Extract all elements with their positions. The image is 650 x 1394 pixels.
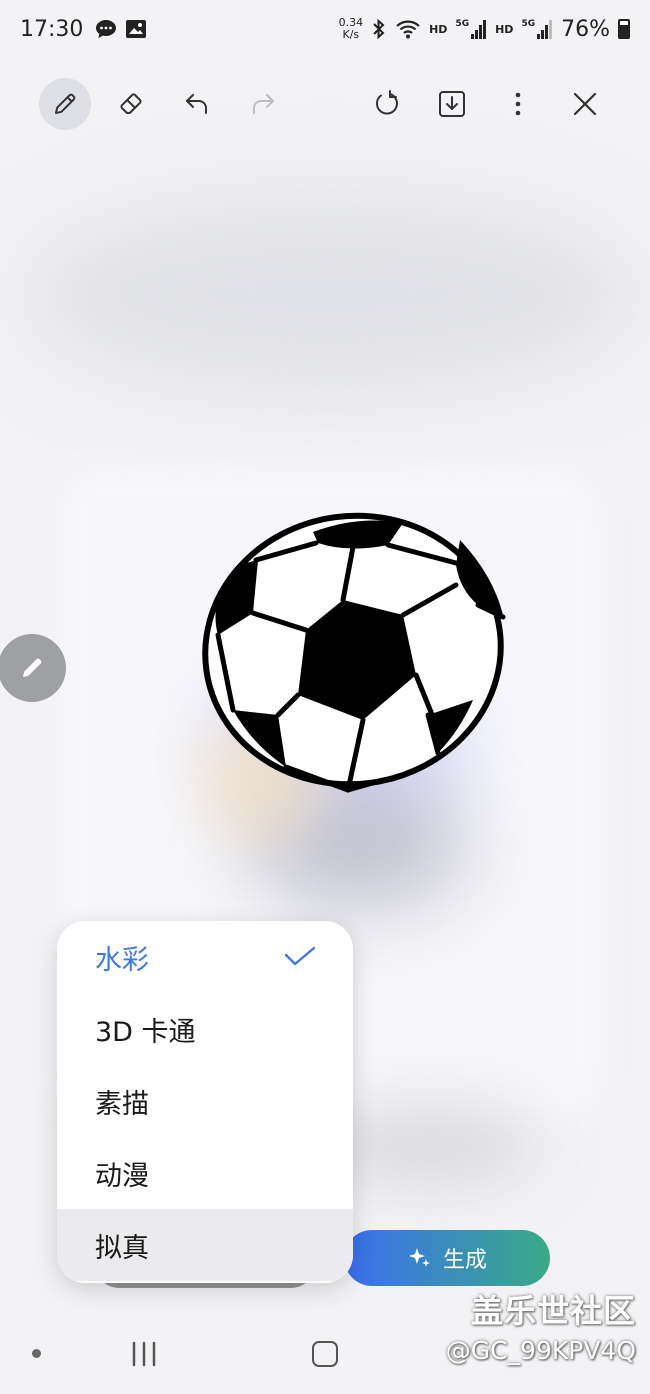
background-blur — [20, 190, 640, 400]
message-icon — [96, 20, 117, 38]
menu-item-label: 水彩 — [95, 944, 149, 976]
wifi-icon — [396, 20, 420, 39]
recent-apps-button[interactable] — [130, 1341, 158, 1367]
eraser-tool-button[interactable] — [105, 78, 157, 130]
download-button[interactable] — [426, 78, 478, 130]
pen-icon — [55, 93, 76, 114]
undo-icon — [186, 94, 207, 114]
drawing-toolbar — [0, 78, 650, 140]
signal-icon: 5G — [455, 19, 487, 39]
navigation-bar — [0, 1325, 650, 1385]
pen-tool-button[interactable] — [39, 78, 91, 130]
signal-icon: 5G — [521, 19, 553, 39]
sparkle-icon — [408, 1248, 430, 1267]
check-icon — [284, 946, 316, 966]
gallery-icon — [126, 20, 147, 38]
pen-icon — [23, 658, 42, 677]
redo-button[interactable] — [237, 78, 289, 130]
menu-item-anime[interactable]: 动漫 — [57, 1137, 353, 1209]
undo-button[interactable] — [171, 78, 223, 130]
style-menu: 水彩 3D 卡通 素描 动漫 拟真 — [57, 921, 353, 1283]
soccer-ball-drawing[interactable] — [198, 505, 518, 805]
eraser-icon — [120, 93, 142, 114]
close-button[interactable] — [559, 78, 611, 130]
status-bar: 17:30 0.34 K/s HD 5G HD 5G 76% — [0, 0, 650, 58]
menu-item-3d-cartoon[interactable]: 3D 卡通 — [57, 993, 353, 1065]
hd-label: HD — [495, 22, 514, 36]
background-blur — [320, 1100, 540, 1190]
reset-button[interactable] — [360, 78, 412, 130]
menu-item-label: 素描 — [95, 1088, 149, 1120]
battery-level: 76% — [561, 16, 610, 42]
refresh-icon — [375, 90, 398, 115]
close-icon — [573, 92, 597, 116]
menu-item-sketch[interactable]: 素描 — [57, 1065, 353, 1137]
menu-item-label: 拟真 — [95, 1232, 149, 1264]
more-icon — [515, 92, 521, 116]
generate-label: 生成 — [442, 1248, 487, 1273]
redo-icon — [253, 94, 274, 114]
floating-pen-button[interactable] — [0, 634, 66, 702]
network-speed: 0.34 K/s — [338, 16, 364, 41]
menu-item-realistic[interactable]: 拟真 — [57, 1209, 353, 1281]
bluetooth-icon — [373, 18, 385, 40]
hd-label: HD — [429, 22, 448, 36]
nav-indicator-dot — [32, 1349, 41, 1358]
download-icon — [439, 91, 465, 117]
more-options-button[interactable] — [492, 78, 544, 130]
menu-item-watercolor[interactable]: 水彩 — [57, 921, 353, 993]
battery-icon — [618, 19, 630, 39]
status-time: 17:30 — [20, 16, 84, 42]
menu-item-label: 3D 卡通 — [95, 1016, 196, 1048]
home-button[interactable] — [312, 1341, 338, 1367]
generate-button[interactable]: 生成 — [344, 1230, 550, 1286]
menu-item-label: 动漫 — [95, 1160, 149, 1192]
